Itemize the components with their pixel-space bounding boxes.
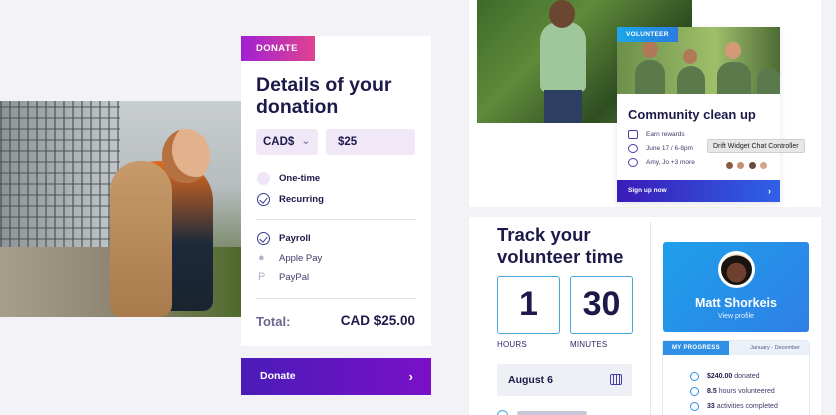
divider: [256, 298, 416, 299]
radio-empty-icon: [257, 172, 270, 185]
frequency-label: One-time: [279, 173, 321, 184]
profile-card: Matt Shorkeis View profile: [663, 242, 809, 332]
event-detail-row: June 17 / 6-8pm: [628, 143, 693, 154]
date-picker[interactable]: August 6: [497, 364, 632, 396]
donate-tag: DONATE: [241, 36, 315, 61]
currency-select[interactable]: CAD$ ⌄: [256, 129, 318, 155]
avatar: [736, 161, 746, 170]
avatar: [759, 161, 769, 170]
event-detail-text: June 17 / 6-8pm: [646, 145, 693, 152]
event-detail-row: Amy, Jo +3 more: [628, 157, 695, 168]
check-circle-icon: [257, 232, 270, 245]
progress-stat: 8.5 hours volunteered: [707, 387, 775, 397]
clock-icon: [690, 387, 699, 396]
payment-option-payroll[interactable]: Payroll: [257, 231, 311, 247]
activity-icon: [690, 402, 699, 411]
donate-button[interactable]: Donate ›: [241, 358, 431, 395]
sign-up-button[interactable]: Sign up now ›: [617, 180, 780, 202]
tab-my-progress[interactable]: MY PROGRESS: [663, 341, 729, 355]
event-title: Community clean up: [628, 107, 756, 122]
progress-stat: $240.00 donated: [707, 372, 760, 382]
apple-icon: ●: [258, 252, 265, 264]
minutes-input[interactable]: 30: [570, 276, 633, 334]
progress-stat: 33 activities completed: [707, 402, 778, 412]
hours-label: HOURS: [497, 340, 527, 349]
progress-card: MY PROGRESS January - December $240.00 d…: [663, 341, 809, 415]
check-circle-icon: [257, 193, 270, 206]
stat-label: activities completed: [716, 403, 778, 410]
hours-input[interactable]: 1: [497, 276, 560, 334]
avatar: [725, 161, 734, 170]
progress-date-range: January - December: [750, 345, 800, 351]
stat-label: donated: [734, 373, 760, 380]
donation-icon: [690, 372, 699, 381]
frequency-option-recurring[interactable]: Recurring: [257, 192, 324, 208]
donate-button-label: Donate: [260, 370, 296, 382]
total-label: Total:: [256, 314, 291, 329]
stat-label: hours volunteered: [718, 388, 775, 395]
payment-label: Payroll: [279, 233, 311, 244]
progress-header: MY PROGRESS January - December: [663, 341, 809, 355]
attendee-avatars: [725, 157, 769, 170]
list-item: [517, 411, 587, 415]
avatar: [747, 161, 757, 170]
calendar-icon: [610, 374, 622, 385]
stat-value: $240.00: [707, 373, 733, 380]
profile-name: Matt Shorkeis: [695, 296, 777, 310]
event-detail-row: Earn rewards: [628, 129, 685, 140]
amount-input[interactable]: $25: [326, 129, 415, 155]
date-value: August 6: [508, 374, 553, 386]
sign-up-label: Sign up now: [628, 187, 667, 194]
total-value: CAD $25.00: [340, 313, 415, 328]
radio-empty-icon[interactable]: [497, 410, 508, 415]
stat-value: 33: [707, 403, 715, 410]
stat-value: 8.5: [707, 388, 717, 395]
currency-value: CAD$: [263, 136, 295, 148]
people-icon: [628, 158, 638, 167]
volunteer-with-dog-photo: [0, 101, 241, 317]
divider: [256, 219, 416, 220]
donation-card: DONATE Details of your donation CAD$ ⌄ $…: [241, 36, 431, 346]
chevron-right-icon: ›: [408, 369, 413, 384]
community-event-card: VOLUNTEER Community clean up Earn reward…: [617, 27, 780, 202]
chevron-down-icon: ⌄: [301, 136, 310, 147]
divider: [650, 222, 651, 415]
donation-title: Details of your donation: [256, 74, 392, 118]
volunteer-tag: VOLUNTEER: [617, 27, 678, 42]
chevron-right-icon: ›: [768, 186, 771, 196]
chat-widget-tooltip: Drift Widget Chat Controller: [707, 139, 805, 153]
paypal-icon: P: [258, 271, 266, 283]
event-detail-text: Amy, Jo +3 more: [646, 159, 695, 166]
view-profile-link[interactable]: View profile: [663, 313, 809, 320]
track-time-title: Track your volunteer time: [497, 224, 624, 267]
payment-option-apple-pay[interactable]: ● Apple Pay: [257, 251, 322, 267]
frequency-option-one-time[interactable]: One-time: [257, 171, 320, 187]
frequency-label: Recurring: [279, 194, 324, 205]
payment-option-paypal[interactable]: P PayPal: [257, 270, 309, 286]
event-detail-text: Earn rewards: [646, 131, 685, 138]
avatar: [718, 251, 755, 288]
minutes-label: MINUTES: [570, 340, 608, 349]
clock-icon: [628, 144, 638, 153]
gift-icon: [628, 130, 638, 139]
payment-label: PayPal: [279, 272, 310, 283]
payment-label: Apple Pay: [279, 253, 323, 264]
